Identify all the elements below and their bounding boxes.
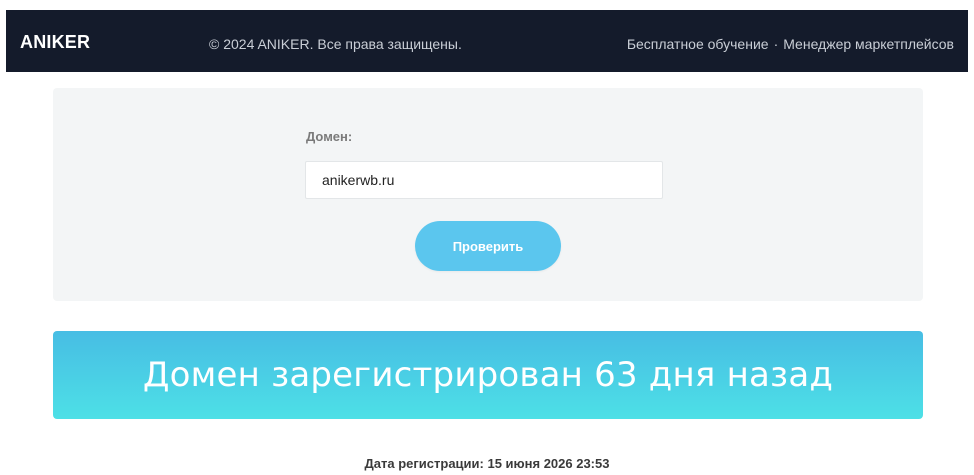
link-separator: ·	[773, 36, 779, 52]
result-banner: Домен зарегистрирован 63 дня назад	[53, 331, 923, 419]
domain-input[interactable]	[305, 161, 663, 199]
top-links: Бесплатное обучение · Менеджер маркетплейс…	[627, 36, 954, 52]
page: ANIKER © 2024 ANIKER. Все права защищены…	[0, 0, 974, 475]
free-training-link[interactable]: Бесплатное обучение	[627, 36, 769, 52]
check-button[interactable]: Проверить	[415, 221, 561, 271]
marketplace-manager-link[interactable]: Менеджер маркетплейсов	[783, 36, 954, 52]
domain-check-form: Домен: Проверить	[53, 88, 923, 301]
brand-logo[interactable]: ANIKER	[20, 32, 90, 53]
registration-date: Дата регистрации: 15 июня 2026 23:53	[364, 456, 610, 471]
top-bar: ANIKER © 2024 ANIKER. Все права защищены…	[6, 10, 968, 72]
result-message: Домен зарегистрирован 63 дня назад	[142, 355, 834, 395]
domain-label: Домен:	[306, 129, 353, 144]
copyright-text: © 2024 ANIKER. Все права защищены.	[209, 36, 462, 52]
